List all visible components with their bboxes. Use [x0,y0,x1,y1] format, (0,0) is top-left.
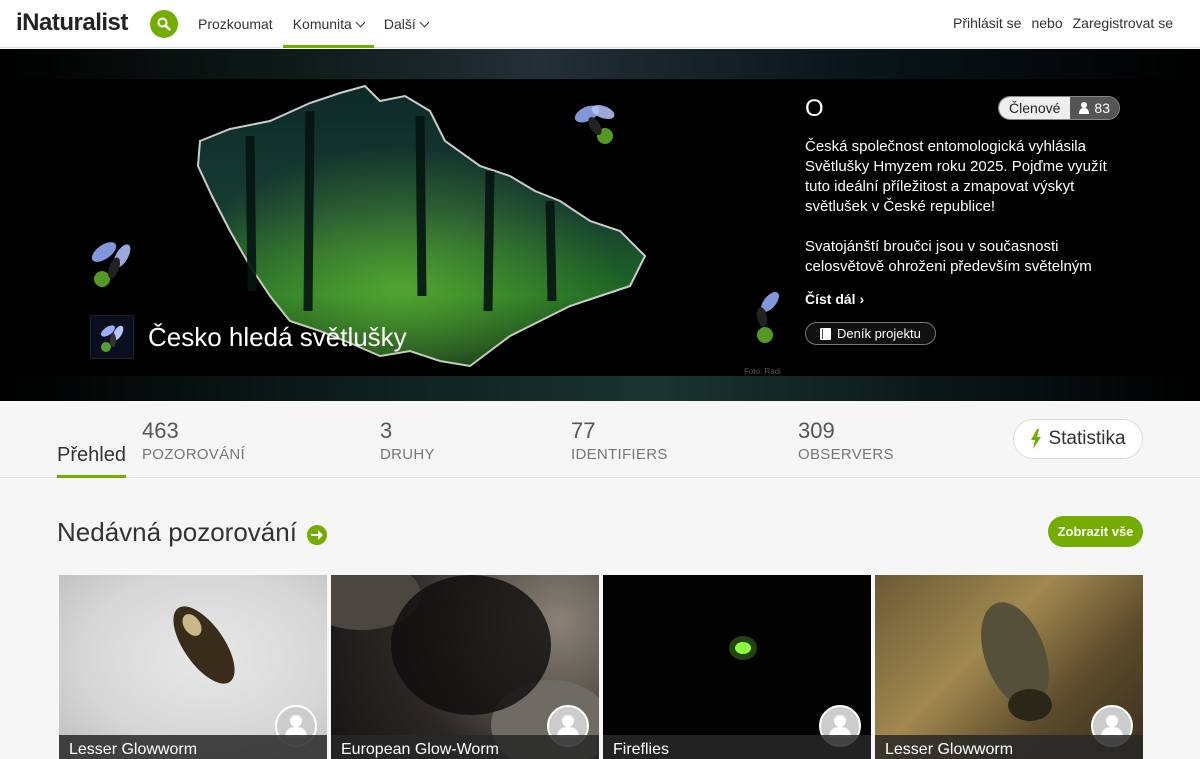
project-journal-button[interactable]: Deník projektu [805,322,936,345]
stat-number: 77 [571,418,596,443]
inaturalist-logo[interactable]: iNaturalist [16,9,128,37]
nav-community[interactable]: Komunita [282,0,375,48]
firefly-illustration [91,242,131,287]
firefly-icon [101,325,124,352]
description-paragraph: Česká společnost entomologická vyhlásila… [805,138,1107,215]
stat-species[interactable]: 3 DRUHY [380,418,435,463]
recent-observations-heading[interactable]: Nedávná pozorování [57,517,327,548]
project-title: Česko hledá světlušky [148,321,407,352]
observation-species-name: Fireflies [603,735,871,759]
stat-number: 463 [142,418,179,443]
stat-observers[interactable]: 309 OBSERVERS [798,418,894,463]
members-count: 83 [1094,100,1110,116]
observation-card[interactable]: Fireflies [603,575,871,759]
nav-more[interactable]: Další [374,0,438,48]
user-icon [1079,102,1090,114]
description-paragraph: Svatojánští broučci jsou v současnosti c… [805,238,1092,275]
auth-links: Přihlásit se nebo Zaregistrovat se [953,15,1173,31]
journal-label: Deník projektu [837,326,921,341]
nav-explore[interactable]: Prozkoumat [188,0,283,48]
firefly-illustration [574,105,615,144]
cover-bottom-glow [0,376,1200,401]
chevron-down-icon [419,17,430,27]
stat-observations[interactable]: 463 POZOROVÁNÍ [142,418,245,463]
read-more-label: Číst dál [805,291,856,307]
stat-label: DRUHY [380,446,435,463]
nav-more-label: Další [383,16,416,32]
cover-top-glow [0,49,1200,79]
or-text: nebo [1031,15,1063,31]
nav-community-label: Komunita [292,16,352,32]
nav-explore-label: Prozkoumat [198,16,273,32]
project-title-block: Česko hledá světlušky [90,315,407,359]
observation-species-name: Lesser Glowworm [875,735,1143,759]
read-more-link[interactable]: Číst dál › [805,291,1120,307]
project-cover: Foto: Radi Česko hledá světlušky O Členo… [0,49,1200,401]
stat-identifiers[interactable]: 77 IDENTIFIERS [571,418,668,463]
chevron-down-icon [355,17,366,27]
members-label: Členové [999,97,1071,119]
stat-label: IDENTIFIERS [571,446,668,463]
login-link[interactable]: Přihlásit se [953,15,1021,31]
statistics-button[interactable]: Statistika [1013,419,1143,459]
stat-label: POZOROVÁNÍ [142,446,246,463]
glowworm-photo [981,602,1052,721]
members-button[interactable]: Členové 83 [998,96,1120,120]
book-icon [820,327,831,340]
tab-overview[interactable]: Přehled [57,444,126,478]
stat-number: 3 [380,418,393,443]
stat-number: 309 [798,418,835,443]
glowing-firefly-photo [729,636,757,660]
stat-label: OBSERVERS [798,446,894,463]
beetle-photo [173,606,235,684]
observation-species-name: Lesser Glowworm [59,735,327,759]
lightning-icon [1031,429,1042,449]
recent-title: Nedávná pozorování [57,517,297,547]
observation-card[interactable]: Lesser Glowworm [875,575,1143,759]
project-description: Česká společnost entomologická vyhlásila… [805,137,1120,277]
project-icon [90,315,134,359]
chevron-right-icon: › [859,291,865,307]
view-all-button[interactable]: Zobrazit vše [1048,516,1143,547]
signup-link[interactable]: Zaregistrovat se [1073,15,1173,31]
about-panel: O Členové 83 Česká společnost entomologi… [805,95,1120,345]
observation-cards: Lesser Glowworm European Glow-Worm Firef… [59,575,1143,759]
members-count-badge: 83 [1070,97,1119,119]
top-header: iNaturalist Prozkoumat Komunita Další Př… [0,0,1200,48]
photo-credit: Foto: Radi [744,367,781,376]
observation-card[interactable]: European Glow-Worm [331,575,599,759]
observation-species-name: European Glow-Worm [331,735,599,759]
search-button[interactable] [150,10,178,38]
search-icon [157,17,171,31]
firefly-illustration [756,292,779,343]
main-nav: Prozkoumat Komunita Další [188,0,438,48]
stats-bar: Přehled 463 POZOROVÁNÍ 3 DRUHY 77 IDENTI… [0,401,1200,478]
arrow-right-circle-icon [306,524,327,545]
statistics-label: Statistika [1048,428,1126,449]
observation-card[interactable]: Lesser Glowworm [59,575,327,759]
